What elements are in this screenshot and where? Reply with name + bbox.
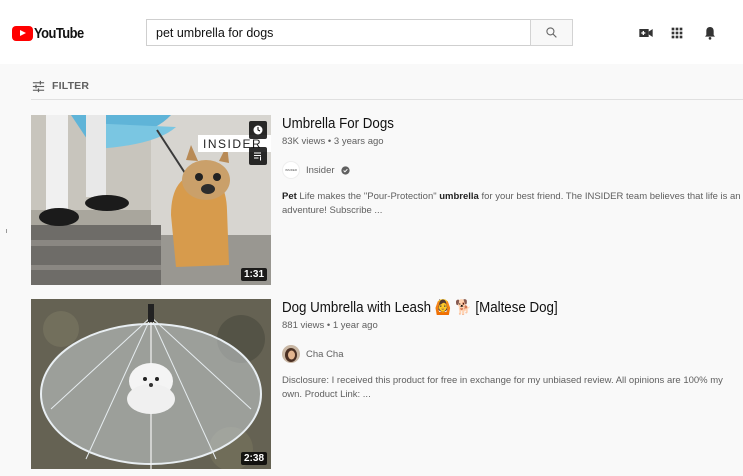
- video-info: Umbrella For Dogs 83K views • 3 years ag…: [282, 115, 742, 218]
- search-button[interactable]: [530, 19, 573, 46]
- video-result[interactable]: INSIDER 1:31 Umbrella For Dogs 83K views…: [31, 115, 743, 287]
- watch-later-button[interactable]: [249, 121, 267, 139]
- search-bar: [146, 19, 573, 46]
- video-duration: 2:38: [240, 452, 267, 465]
- youtube-logo[interactable]: YouTube: [12, 24, 92, 42]
- add-to-queue-button[interactable]: [249, 147, 267, 165]
- youtube-play-icon: [12, 25, 33, 41]
- edge-mark: [6, 229, 7, 233]
- channel-name[interactable]: Insider: [306, 165, 335, 176]
- video-title[interactable]: Dog Umbrella with Leash 🙆 🐕 [Maltese Dog…: [282, 299, 705, 317]
- clock-icon: [253, 125, 263, 135]
- video-description: Pet Life makes the "Pour-Protection" umb…: [282, 191, 741, 216]
- channel-avatar[interactable]: INSIDER: [282, 161, 300, 179]
- video-thumbnail[interactable]: 2:38: [31, 299, 271, 469]
- verified-badge-icon: [340, 165, 350, 175]
- filter-button[interactable]: FILTER: [31, 77, 89, 95]
- channel-row[interactable]: INSIDER Insider: [282, 160, 742, 180]
- search-icon: [546, 27, 557, 38]
- masthead: YouTube: [0, 0, 743, 64]
- video-info: Dog Umbrella with Leash 🙆 🐕 [Maltese Dog…: [282, 299, 742, 402]
- logo-text: YouTube: [34, 24, 84, 42]
- channel-avatar[interactable]: [282, 345, 300, 363]
- video-result[interactable]: 2:38 Dog Umbrella with Leash 🙆 🐕 [Maltes…: [31, 299, 743, 471]
- filter-label: FILTER: [52, 80, 90, 92]
- thumbnail-image-dog-in-clear-umbrella: [31, 299, 271, 469]
- filter-divider: [31, 99, 743, 100]
- video-duration: 1:31: [240, 268, 267, 281]
- video-meta: 83K views • 3 years ago: [282, 136, 384, 147]
- video-title[interactable]: Umbrella For Dogs: [282, 115, 705, 133]
- create-video-icon[interactable]: [638, 25, 654, 41]
- thumbnail-image-dog-under-umbrella: INSIDER: [31, 115, 271, 285]
- apps-grid-icon[interactable]: [669, 25, 685, 41]
- video-thumbnail[interactable]: INSIDER 1:31: [31, 115, 271, 285]
- notifications-bell-icon[interactable]: [702, 25, 718, 41]
- avatar-image: [282, 345, 300, 363]
- filter-sliders-icon: [32, 80, 45, 92]
- channel-row[interactable]: Cha Cha: [282, 344, 742, 364]
- video-meta: 881 views • 1 year ago: [282, 320, 378, 331]
- queue-icon: [254, 152, 261, 161]
- video-description: Disclosure: I received this product for …: [282, 375, 723, 400]
- search-input[interactable]: [146, 19, 530, 46]
- channel-name[interactable]: Cha Cha: [306, 349, 344, 360]
